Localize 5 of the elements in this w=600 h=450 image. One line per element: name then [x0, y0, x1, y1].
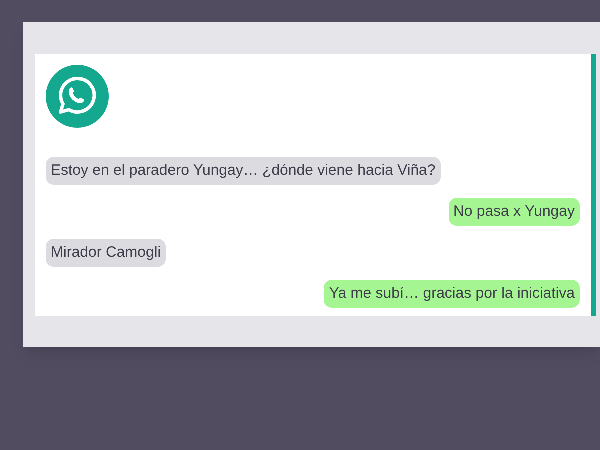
chat-message: Estoy en el paradero Yungay… ¿dónde viene hacia Viña? [46, 157, 441, 185]
chat-message: Ya me subí… gracias por la iniciativa [324, 280, 580, 308]
chat-message: No pasa x Yungay [448, 198, 580, 226]
chat-message: Mirador Camogli [46, 239, 166, 267]
chat-app-icon [46, 65, 109, 128]
